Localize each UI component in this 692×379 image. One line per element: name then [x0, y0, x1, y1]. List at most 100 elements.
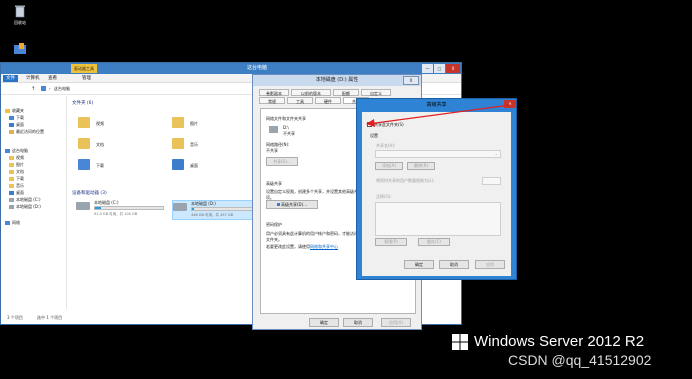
windows-logo-icon	[452, 334, 468, 350]
props-cancel-button[interactable]: 取消	[343, 318, 373, 327]
folder-icon	[172, 117, 184, 128]
tab-shadow-copies[interactable]: 卷影副本	[259, 89, 289, 96]
folders-header[interactable]: 文件夹 (6)	[72, 100, 93, 106]
tab-quota[interactable]: 配额	[333, 89, 359, 96]
nav-drive-d[interactable]: 本地磁盘 (D:)	[9, 204, 41, 210]
tab-customize[interactable]: 自定义	[361, 89, 391, 96]
folder-item[interactable]: 文档	[78, 137, 138, 153]
drive-icon	[173, 203, 187, 211]
folder-item[interactable]: 视频	[78, 116, 138, 132]
nav-fav-downloads[interactable]: 下载	[9, 115, 24, 121]
net-path-value: 不共享	[266, 148, 278, 153]
nav-this-pc[interactable]: 这台电脑	[5, 148, 28, 154]
recycle-bin-label: 回收站	[14, 20, 26, 25]
folder-icon	[9, 163, 14, 167]
nav-fav-desktop[interactable]: 桌面	[9, 122, 24, 128]
tab-general[interactable]: 常规	[259, 97, 285, 104]
folder-icon	[78, 117, 90, 128]
recycle-bin-icon[interactable]: 回收站	[6, 4, 34, 26]
user-limit-stepper[interactable]	[482, 177, 501, 185]
breadcrumb-chevron-icon: ›	[49, 86, 51, 91]
folder-item[interactable]: 下载	[78, 158, 138, 174]
folder-icon	[9, 170, 14, 174]
add-share-button[interactable]: 添加(A)	[375, 162, 403, 170]
password-desc-2: 若要更改此设置，请使用网络和共享中心	[266, 244, 338, 249]
explorer-titlebar[interactable]: 驱动器工具 这台电脑 — □ X	[1, 63, 461, 74]
tab-hardware[interactable]: 硬件	[315, 97, 341, 104]
nav-music[interactable]: 音乐	[9, 183, 24, 189]
content-pane: 文件夹 (6) 视频 图片 文档 音乐 下载 桌面 设备和驱动器 (3) 本地磁…	[68, 96, 268, 309]
props-titlebar[interactable]: 本地磁盘 (D:) 属性	[253, 75, 421, 86]
maximize-button[interactable]: □	[434, 64, 445, 73]
tab-computer[interactable]: 计算机	[23, 75, 43, 82]
folder-item[interactable]: 图片	[172, 116, 232, 132]
props-apply-button[interactable]: 应用(A)	[381, 318, 411, 327]
comment-field[interactable]	[375, 202, 501, 236]
download-icon	[78, 159, 90, 170]
drive-icon	[9, 205, 14, 209]
devices-header[interactable]: 设备和驱动器 (3)	[72, 190, 107, 196]
permissions-button[interactable]: 权限(P)	[375, 238, 407, 246]
drive-icon	[9, 198, 14, 202]
star-icon	[5, 109, 10, 113]
share-button[interactable]: 共享(S)...	[266, 157, 298, 166]
tab-manage[interactable]: 管理	[79, 75, 94, 82]
nav-videos[interactable]: 视频	[9, 155, 24, 161]
nav-documents[interactable]: 文档	[9, 169, 24, 175]
folder-item[interactable]: 音乐	[172, 137, 232, 153]
app-icon	[13, 42, 27, 56]
network-center-link[interactable]: 网络和共享中心	[310, 244, 338, 249]
download-icon	[9, 116, 14, 120]
drive-path: D:\	[283, 125, 289, 130]
chevron-down-icon: ⌄	[494, 151, 498, 156]
desktop-app-icon[interactable]	[6, 42, 34, 58]
close-button[interactable]: X	[446, 64, 460, 73]
trash-icon	[13, 4, 27, 18]
nav-desktop[interactable]: 桌面	[9, 190, 24, 196]
breadcrumb[interactable]: 这台电脑	[54, 86, 70, 92]
minimize-button[interactable]: —	[422, 64, 433, 73]
drive-icon	[76, 202, 90, 210]
drive-item-c[interactable]: 本地磁盘 (C:) 91.4 GB 可用，共 100 GB	[76, 200, 172, 220]
tab-view[interactable]: 查看	[45, 75, 60, 82]
adv-cancel-button[interactable]: 取消	[439, 260, 469, 269]
caching-button[interactable]: 缓存(C)	[418, 238, 450, 246]
nav-pictures[interactable]: 图片	[9, 162, 24, 168]
adv-body: 共享此文件夹(S) 设置 共享名(H): ⌄ 添加(A) 删除(R) 将同时共享…	[362, 112, 511, 276]
computer-icon	[41, 86, 46, 91]
shield-icon	[276, 203, 280, 206]
advanced-share-button[interactable]: 高级共享(D)...	[266, 200, 318, 209]
adv-apply-button[interactable]: 应用	[475, 260, 505, 269]
nav-drive-c[interactable]: 本地磁盘 (C:)	[9, 197, 41, 203]
tab-file[interactable]: 文件	[3, 75, 18, 82]
nav-favorites[interactable]: 收藏夹	[5, 108, 24, 114]
nav-network[interactable]: 网络	[5, 220, 20, 226]
net-share-section: 网络文件和文件夹共享	[266, 116, 306, 121]
user-limit-label: 将同时共享的用户数量限制为(L):	[376, 178, 435, 183]
nav-fav-recent[interactable]: 最近访问的位置	[9, 129, 44, 135]
adv-share-section: 高级共享	[266, 181, 282, 186]
password-section: 密码保护	[266, 222, 282, 227]
explorer-title: 这台电脑	[247, 65, 268, 71]
tab-previous-versions[interactable]: 以前的版本	[291, 89, 331, 96]
desktop-icon	[172, 159, 184, 170]
tab-tools[interactable]: 工具	[287, 97, 313, 104]
navigation-pane: 收藏夹 下载 桌面 最近访问的位置 这台电脑 视频 图片 文档 下载 音乐 桌面…	[1, 96, 67, 309]
settings-label: 设置	[370, 133, 378, 138]
password-desc: 用户必须具有此计算机的用户帐户和密码，才能访问共享文件夹。	[266, 231, 366, 242]
nav-downloads[interactable]: 下载	[9, 176, 24, 182]
drive-usage-bar	[191, 207, 261, 211]
annotation-arrow	[366, 104, 511, 127]
folder-icon	[78, 138, 90, 149]
share-name-select[interactable]: ⌄	[375, 150, 501, 158]
folder-icon	[9, 177, 14, 181]
folder-icon	[9, 156, 14, 160]
up-arrow-icon[interactable]: ↑	[31, 86, 35, 92]
props-close-button[interactable]: X	[403, 76, 419, 85]
adv-ok-button[interactable]: 确定	[404, 260, 434, 269]
remove-share-button[interactable]: 删除(R)	[407, 162, 435, 170]
props-ok-button[interactable]: 确定	[309, 318, 339, 327]
share-name-label: 共享名(H):	[376, 143, 396, 148]
drive-tools-tab[interactable]: 驱动器工具	[71, 64, 97, 73]
folder-item[interactable]: 桌面	[172, 158, 232, 174]
